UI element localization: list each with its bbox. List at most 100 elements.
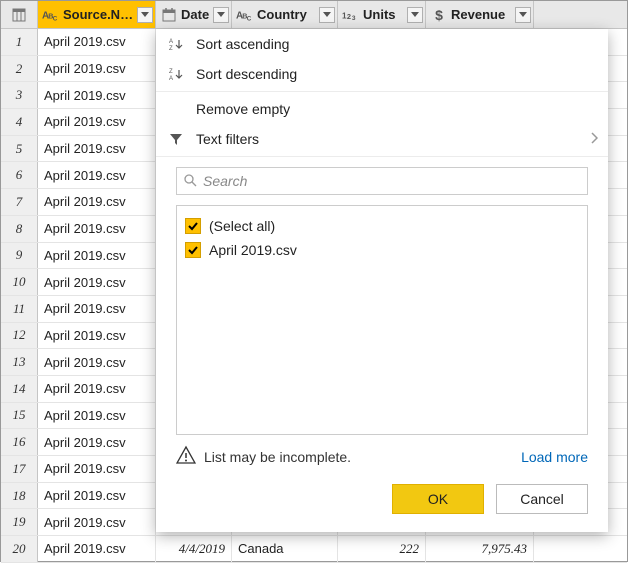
menu-label: Sort ascending <box>196 36 598 52</box>
row-number[interactable]: 14 <box>1 376 38 402</box>
row-number[interactable]: 4 <box>1 109 38 135</box>
row-number[interactable]: 13 <box>1 349 38 375</box>
cell-source[interactable]: April 2019.csv <box>38 162 156 188</box>
column-header-source[interactable]: ABC Source.Name <box>38 1 156 28</box>
cell-source[interactable]: April 2019.csv <box>38 509 156 535</box>
menu-label: Sort descending <box>196 66 598 82</box>
row-number[interactable]: 9 <box>1 243 38 269</box>
filter-dropdown-panel: AZ Sort ascending ZA Sort descending Rem… <box>156 29 608 532</box>
warning-icon <box>176 445 196 468</box>
search-wrap <box>156 159 608 201</box>
cell-source[interactable]: April 2019.csv <box>38 56 156 82</box>
svg-text:3: 3 <box>352 14 356 21</box>
row-number[interactable]: 2 <box>1 56 38 82</box>
cell-source[interactable]: April 2019.csv <box>38 29 156 55</box>
incomplete-warning-row: List may be incomplete. Load more <box>156 435 608 468</box>
cell-source[interactable]: April 2019.csv <box>38 109 156 135</box>
svg-text:C: C <box>53 15 58 22</box>
filter-values-list[interactable]: (Select all) April 2019.csv <box>176 205 588 435</box>
column-filter-button[interactable] <box>137 7 153 23</box>
ok-button[interactable]: OK <box>392 484 484 514</box>
row-number[interactable]: 10 <box>1 269 38 295</box>
column-header-country[interactable]: ABC Country <box>232 1 338 28</box>
cell-source[interactable]: April 2019.csv <box>38 376 156 402</box>
cell-source[interactable]: April 2019.csv <box>38 536 156 562</box>
column-label: Revenue <box>451 7 512 22</box>
row-number[interactable]: 3 <box>1 82 38 108</box>
int-type-icon: 123 <box>342 6 360 24</box>
cell-source[interactable]: April 2019.csv <box>38 136 156 162</box>
row-number[interactable]: 8 <box>1 216 38 242</box>
checkbox-checked-icon[interactable] <box>185 242 201 258</box>
row-number[interactable]: 15 <box>1 403 38 429</box>
column-header-units[interactable]: 123 Units <box>338 1 426 28</box>
column-filter-button[interactable] <box>319 7 335 23</box>
row-number[interactable]: 5 <box>1 136 38 162</box>
column-label: Source.Name <box>63 7 134 22</box>
column-filter-button[interactable] <box>515 7 531 23</box>
column-header-date[interactable]: Date <box>156 1 232 28</box>
sort-descending-item[interactable]: ZA Sort descending <box>156 59 608 89</box>
cell-source[interactable]: April 2019.csv <box>38 269 156 295</box>
row-number[interactable]: 19 <box>1 509 38 535</box>
column-header-revenue[interactable]: $ Revenue <box>426 1 534 28</box>
sort-ascending-item[interactable]: AZ Sort ascending <box>156 29 608 59</box>
cell-units[interactable]: 222 <box>338 536 426 562</box>
cancel-button[interactable]: Cancel <box>496 484 588 514</box>
menu-separator <box>156 91 608 92</box>
cell-source[interactable]: April 2019.csv <box>38 189 156 215</box>
svg-text:C: C <box>247 15 252 22</box>
cell-source[interactable]: April 2019.csv <box>38 456 156 482</box>
load-more-link[interactable]: Load more <box>521 449 588 465</box>
row-number-header[interactable] <box>1 1 38 28</box>
svg-text:Z: Z <box>169 69 173 75</box>
row-number[interactable]: 20 <box>1 536 38 562</box>
column-filter-button[interactable] <box>213 7 229 23</box>
row-number[interactable]: 18 <box>1 483 38 509</box>
button-label: OK <box>428 491 448 507</box>
row-number[interactable]: 1 <box>1 29 38 55</box>
text-filters-item[interactable]: Text filters <box>156 124 608 154</box>
cell-revenue[interactable]: 7,975.43 <box>426 536 534 562</box>
cell-source[interactable]: April 2019.csv <box>38 403 156 429</box>
menu-label: Remove empty <box>196 101 598 117</box>
select-all-row[interactable]: (Select all) <box>185 214 579 238</box>
search-box[interactable] <box>176 167 588 195</box>
checkbox-checked-icon[interactable] <box>185 218 201 234</box>
cell-country[interactable]: Canada <box>232 536 338 562</box>
column-label: Country <box>257 7 316 22</box>
button-label: Cancel <box>520 491 564 507</box>
row-number[interactable]: 17 <box>1 456 38 482</box>
svg-text:A: A <box>169 39 173 45</box>
column-header-row: ABC Source.Name Date ABC Country 123 Uni… <box>1 1 627 29</box>
currency-type-icon: $ <box>430 6 448 24</box>
remove-empty-item[interactable]: Remove empty <box>156 94 608 124</box>
cell-date[interactable]: 4/4/2019 <box>156 536 232 562</box>
row-number[interactable]: 6 <box>1 162 38 188</box>
row-number[interactable]: 12 <box>1 323 38 349</box>
cell-source[interactable]: April 2019.csv <box>38 216 156 242</box>
table-row[interactable]: 20April 2019.csv4/4/2019Canada2227,975.4… <box>1 536 627 563</box>
search-input[interactable] <box>203 173 581 189</box>
chevron-right-icon <box>590 131 598 147</box>
sort-desc-icon: ZA <box>166 67 186 81</box>
cell-source[interactable]: April 2019.csv <box>38 483 156 509</box>
cell-source[interactable]: April 2019.csv <box>38 296 156 322</box>
dialog-button-row: OK Cancel <box>156 468 608 530</box>
row-number[interactable]: 7 <box>1 189 38 215</box>
column-filter-button[interactable] <box>407 7 423 23</box>
cell-source[interactable]: April 2019.csv <box>38 429 156 455</box>
cell-source[interactable]: April 2019.csv <box>38 243 156 269</box>
column-label: Date <box>181 7 210 22</box>
svg-text:2: 2 <box>347 12 351 21</box>
sort-asc-icon: AZ <box>166 37 186 51</box>
date-type-icon <box>160 6 178 24</box>
row-number[interactable]: 11 <box>1 296 38 322</box>
text-type-icon: ABC <box>236 6 254 24</box>
cell-source[interactable]: April 2019.csv <box>38 82 156 108</box>
cell-source[interactable]: April 2019.csv <box>38 349 156 375</box>
row-number[interactable]: 16 <box>1 429 38 455</box>
cell-source[interactable]: April 2019.csv <box>38 323 156 349</box>
filter-value-row[interactable]: April 2019.csv <box>185 238 579 262</box>
incomplete-warning-text: List may be incomplete. <box>204 449 513 465</box>
